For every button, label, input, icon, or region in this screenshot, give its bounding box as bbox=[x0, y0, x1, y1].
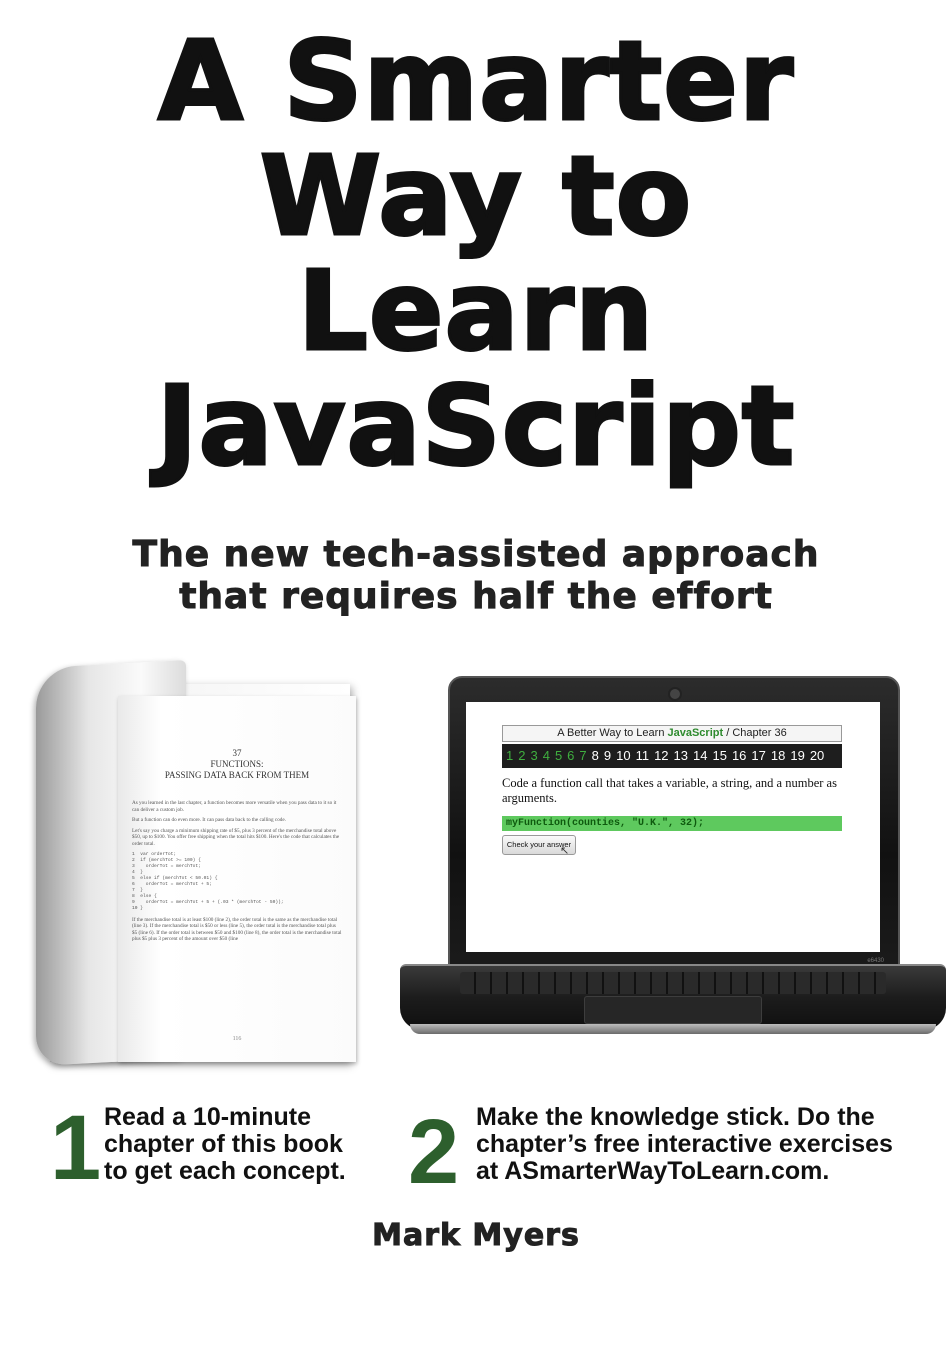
webcam-icon bbox=[668, 687, 682, 701]
mouse-cursor-icon: ↖ bbox=[560, 845, 570, 857]
answer-input[interactable]: myFunction(counties, "U.K.", 32); bbox=[502, 816, 842, 831]
page-paragraph: But a function can do even more. It can … bbox=[132, 817, 286, 824]
progress-step: 11 bbox=[635, 748, 650, 763]
page-number: 37 bbox=[232, 748, 242, 758]
progress-step: 15 bbox=[712, 748, 727, 763]
progress-step: 3 bbox=[530, 748, 538, 763]
page-paragraph: Let's say you charge a minimum shipping … bbox=[132, 827, 340, 847]
subtitle-line: that requires half the effort bbox=[179, 576, 773, 618]
exercise-header-chapter: / Chapter 36 bbox=[723, 727, 787, 739]
author-name: Mark Myers bbox=[372, 1218, 580, 1254]
progress-step: 9 bbox=[603, 748, 612, 763]
title-line: A Smarter bbox=[156, 17, 795, 145]
step-line: to get each concept. bbox=[104, 1157, 346, 1185]
touchpad bbox=[584, 996, 762, 1024]
step-two-text: Make the knowledge stick. Do the chapter… bbox=[476, 1104, 893, 1185]
page-body: As you learned in the last chapter, a fu… bbox=[132, 800, 342, 947]
progress-step: 17 bbox=[751, 748, 766, 763]
progress-step: 12 bbox=[654, 748, 669, 763]
page-heading-line: FUNCTIONS: bbox=[210, 759, 264, 769]
progress-step: 10 bbox=[616, 748, 631, 763]
title-line: Way to bbox=[258, 132, 693, 260]
exercise-header: A Better Way to Learn JavaScript / Chapt… bbox=[502, 725, 842, 742]
exercise-header-language: JavaScript bbox=[667, 727, 724, 739]
step-line: Read a 10-minute bbox=[104, 1103, 312, 1131]
step-one-number: 1 bbox=[50, 1097, 102, 1199]
book-subtitle: The new tech-assisted approach that requ… bbox=[0, 534, 952, 618]
progress-step: 4 bbox=[542, 748, 550, 763]
exercise-prompt: Code a function call that takes a variab… bbox=[502, 776, 837, 805]
progress-step: 7 bbox=[579, 748, 587, 763]
keyboard bbox=[460, 972, 886, 994]
subtitle-line: The new tech-assisted approach bbox=[132, 534, 820, 576]
page-heading: 37 FUNCTIONS: PASSING DATA BACK FROM THE… bbox=[118, 748, 356, 781]
step-line: Make the knowledge stick. Do the bbox=[476, 1103, 875, 1131]
page-paragraph: As you learned in the last chapter, a fu… bbox=[132, 800, 337, 813]
progress-step: 19 bbox=[790, 748, 805, 763]
page-heading-line: PASSING DATA BACK FROM THEM bbox=[164, 770, 310, 780]
exercise-progress-bar: 1 2 3 4 5 6 7 8 9 10 11 12 13 14 15 16 1… bbox=[502, 744, 842, 768]
laptop-screen: A Better Way to Learn JavaScript / Chapt… bbox=[466, 702, 880, 952]
progress-step: 18 bbox=[770, 748, 786, 763]
laptop-illustration: A Better Way to Learn JavaScript / Chapt… bbox=[400, 672, 946, 1042]
step-line: chapter’s free interactive exercises bbox=[476, 1130, 893, 1158]
exercise-header-prefix: A Better Way to Learn bbox=[557, 727, 668, 739]
title-line: Learn bbox=[296, 247, 655, 375]
laptop-lid: A Better Way to Learn JavaScript / Chapt… bbox=[448, 676, 900, 974]
progress-step: 20 bbox=[809, 748, 825, 763]
step-two-number: 2 bbox=[408, 1101, 460, 1203]
laptop-base-rim bbox=[410, 1024, 936, 1034]
progress-step: 6 bbox=[567, 748, 575, 763]
progress-step: 5 bbox=[554, 748, 563, 763]
step-line: at ASmarterWayToLearn.com. bbox=[476, 1157, 830, 1185]
book-page: 37 FUNCTIONS: PASSING DATA BACK FROM THE… bbox=[118, 696, 356, 1062]
page-footer-number: 116 bbox=[232, 1036, 242, 1042]
page-code-listing: 1 var orderTot; 2 if (merchTot >= 100) {… bbox=[132, 851, 284, 912]
open-book-illustration: 37 FUNCTIONS: PASSING DATA BACK FROM THE… bbox=[28, 656, 368, 1066]
step-line: chapter of this book bbox=[104, 1130, 343, 1158]
progress-step: 14 bbox=[693, 748, 708, 763]
progress-step: 2 bbox=[518, 748, 526, 763]
progress-step: 1 bbox=[506, 748, 514, 763]
progress-step: 16 bbox=[731, 748, 747, 763]
page-paragraph: If the merchandise total is at least $10… bbox=[132, 916, 342, 943]
step-one-text: Read a 10-minute chapter of this book to… bbox=[104, 1104, 346, 1185]
book-title: A Smarter Way to Learn JavaScript bbox=[0, 17, 952, 490]
title-line: JavaScript bbox=[155, 362, 796, 490]
progress-step: 13 bbox=[673, 748, 689, 763]
progress-step: 8 bbox=[591, 748, 599, 763]
laptop-base bbox=[400, 964, 946, 1030]
